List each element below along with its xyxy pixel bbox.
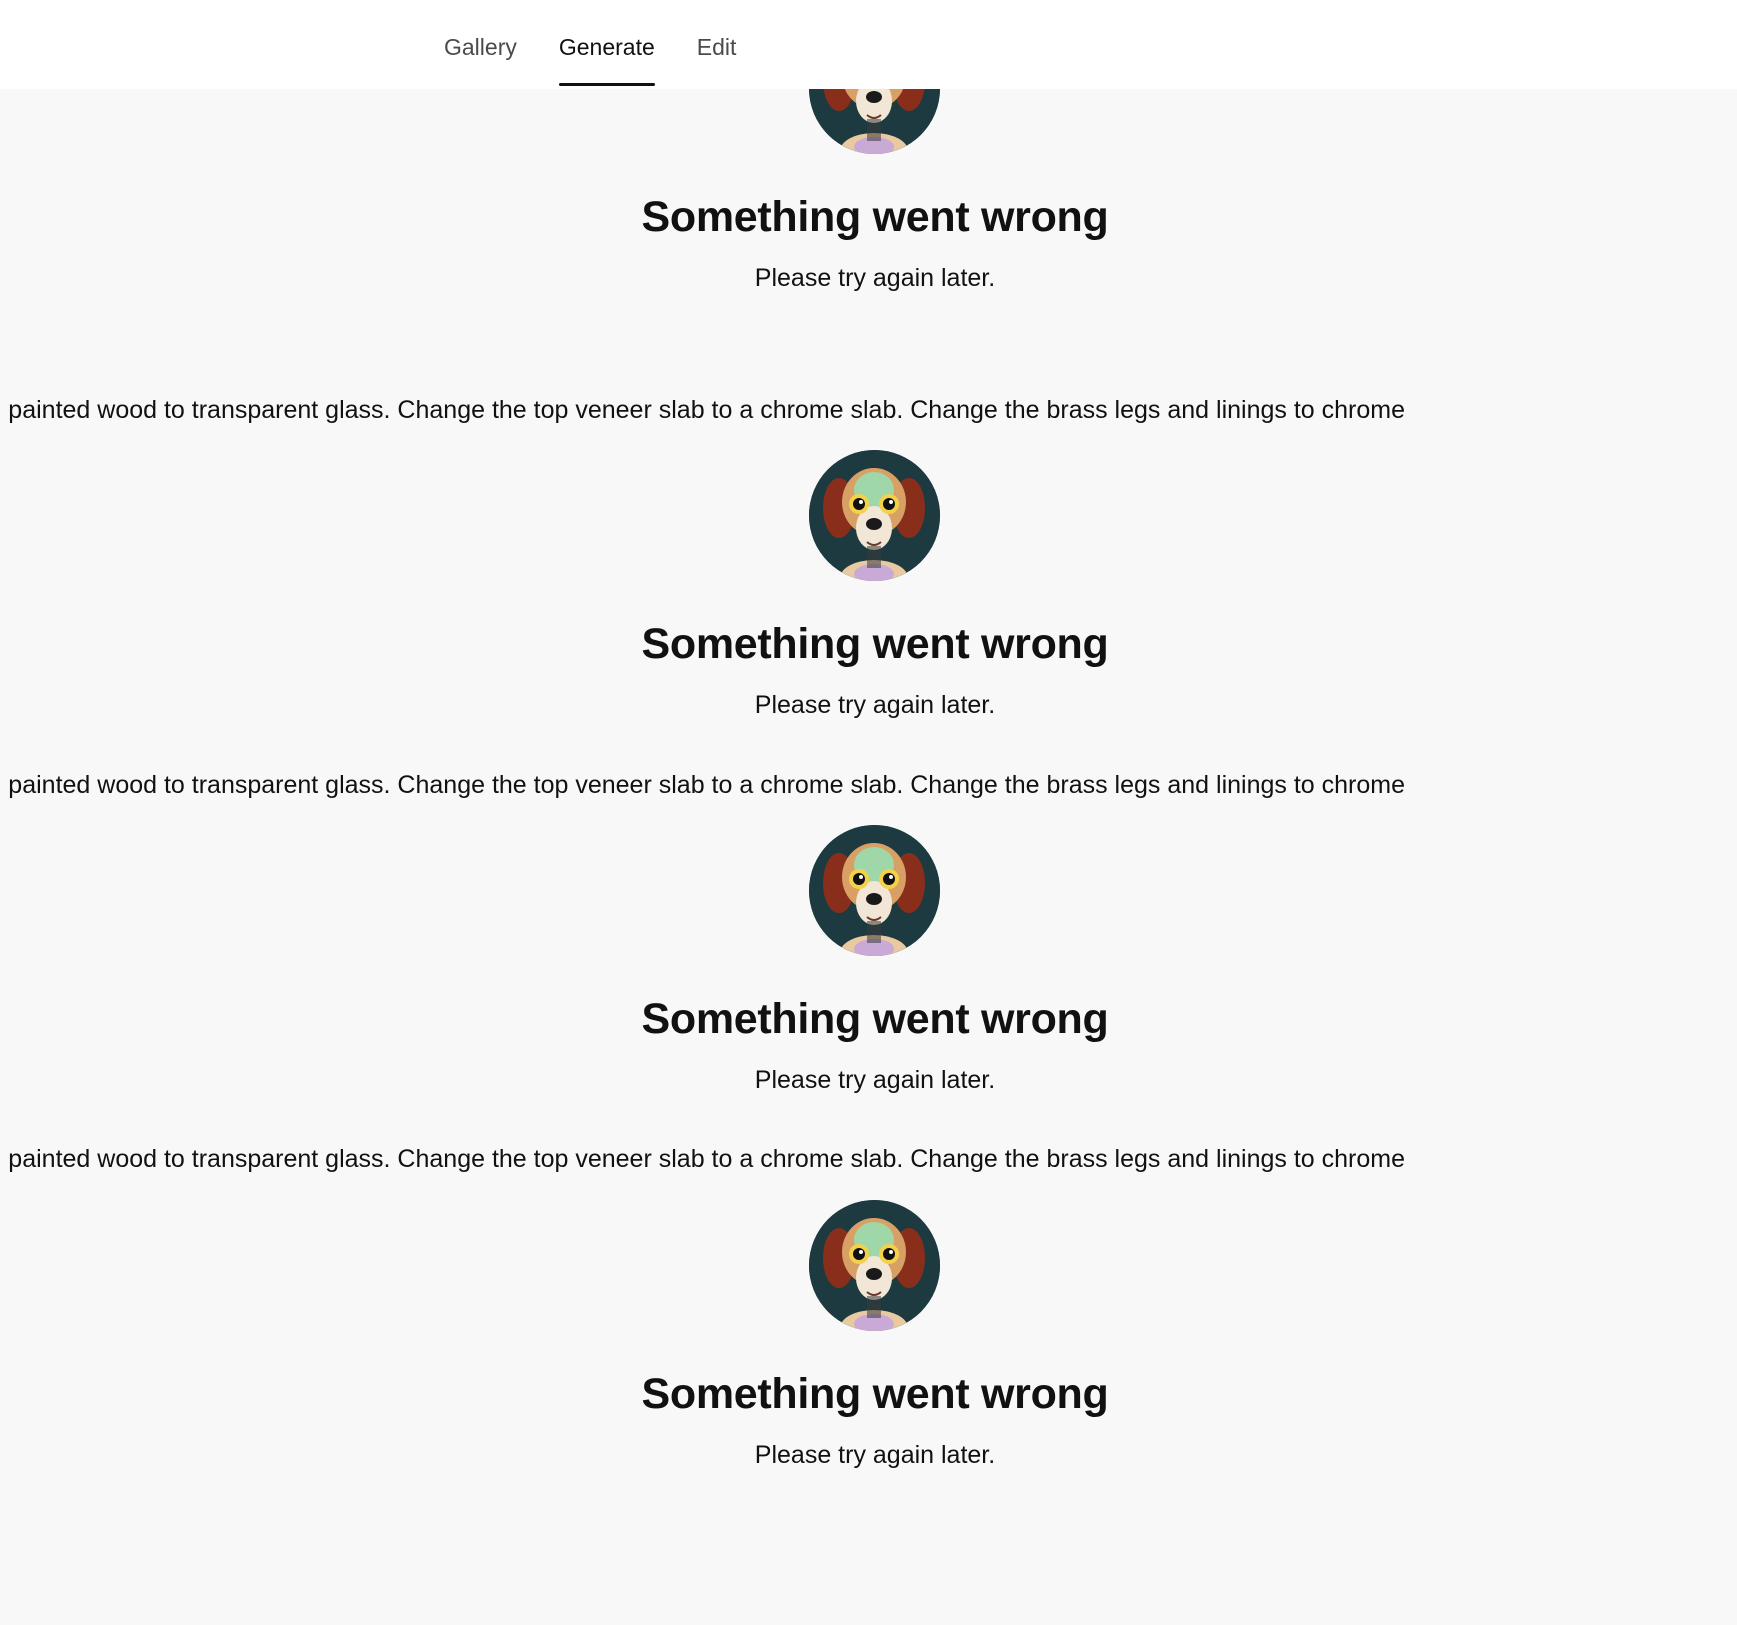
error-message: Please try again later.: [754, 1441, 996, 1469]
error-message: Please try again later.: [754, 264, 996, 292]
prompt-text: painted wood to transparent glass. Chang…: [8, 396, 1405, 424]
error-card: Something went wrong Please try again la…: [0, 825, 1737, 1115]
error-message: Please try again later.: [754, 1066, 996, 1094]
active-tab-indicator: [558, 83, 655, 86]
tab-gallery[interactable]: Gallery: [444, 0, 517, 60]
results-feed: Something went wrong Please try again la…: [0, 89, 1737, 1625]
top-nav-bar: Gallery Generate Edit: [0, 0, 1737, 89]
error-card: Something went wrong Please try again la…: [0, 1200, 1737, 1490]
dog-avatar-icon: [809, 825, 940, 956]
error-title: Something went wrong: [641, 995, 1109, 1043]
prompt-text: painted wood to transparent glass. Chang…: [8, 1145, 1405, 1173]
dog-avatar-icon: [809, 89, 940, 154]
error-card: Something went wrong Please try again la…: [0, 89, 1737, 313]
error-message: Please try again later.: [754, 691, 996, 719]
error-title: Something went wrong: [641, 193, 1109, 241]
tab-label: Gallery: [444, 34, 517, 60]
tab-label: Generate: [558, 34, 655, 60]
nav-tabs: Gallery Generate Edit: [444, 0, 778, 89]
error-card: Something went wrong Please try again la…: [0, 450, 1737, 740]
error-title: Something went wrong: [641, 1370, 1109, 1418]
error-title: Something went wrong: [641, 620, 1109, 668]
tab-label: Edit: [696, 34, 737, 60]
dog-avatar-icon: [809, 1200, 940, 1331]
tab-edit[interactable]: Edit: [697, 0, 737, 60]
tab-generate[interactable]: Generate: [558, 0, 655, 86]
dog-avatar-icon: [809, 450, 940, 581]
prompt-text: painted wood to transparent glass. Chang…: [8, 771, 1405, 799]
